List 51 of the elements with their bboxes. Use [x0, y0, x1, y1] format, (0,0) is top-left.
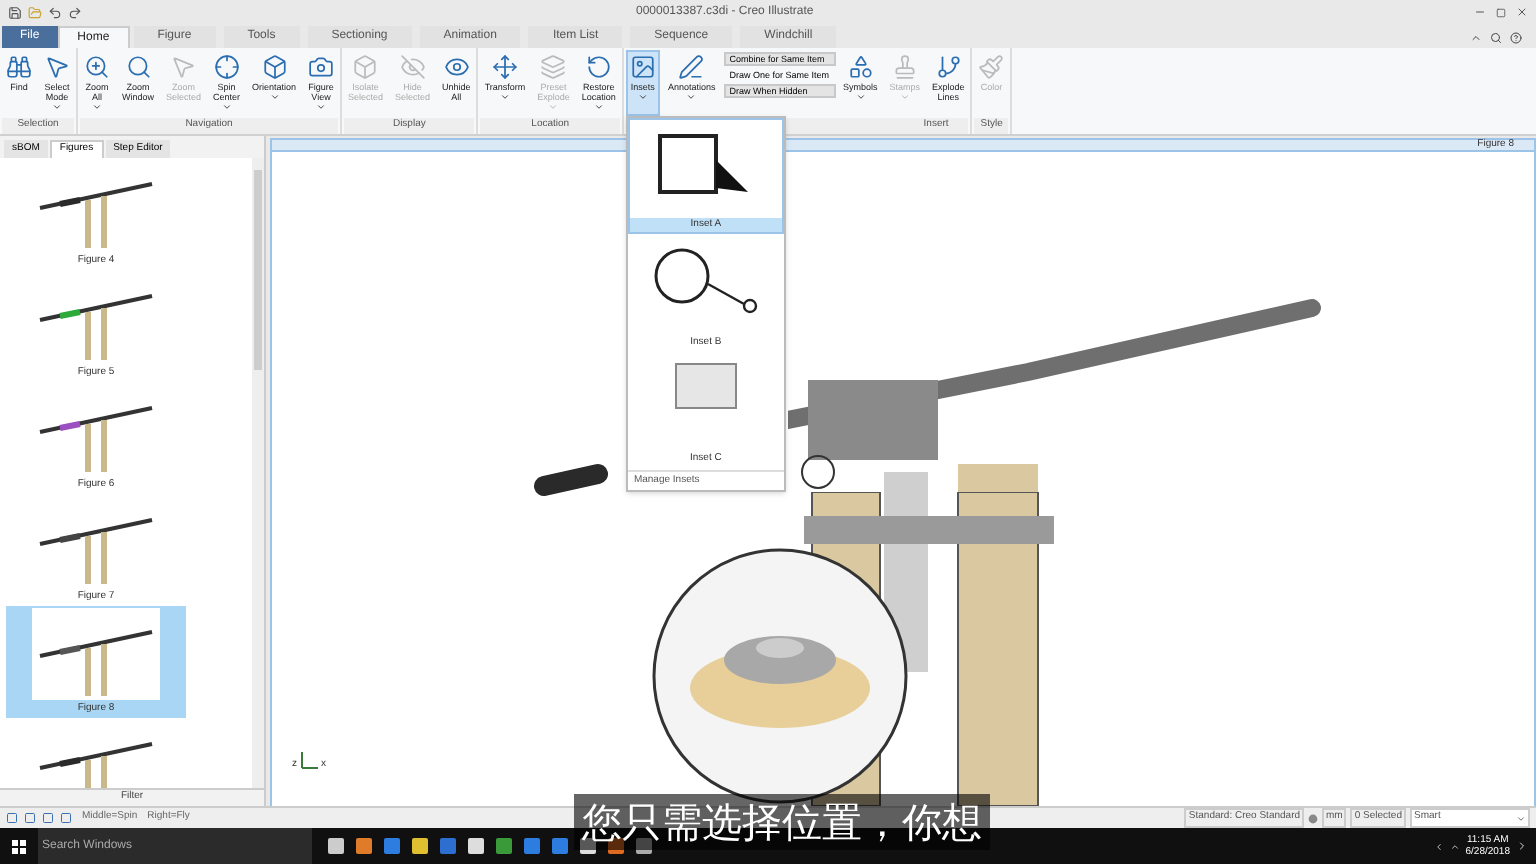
scrollbar[interactable]: [252, 158, 264, 788]
cube-icon: [261, 54, 287, 80]
axis-triad-icon: [299, 750, 319, 770]
figure-thumbnail: [32, 608, 160, 700]
search-icon[interactable]: [1490, 32, 1502, 44]
caret-icon: [499, 92, 510, 102]
tray-expand-icon[interactable]: [1449, 841, 1460, 851]
caret-icon: [1516, 813, 1526, 823]
tray-icon[interactable]: [1433, 841, 1444, 851]
eye-off-icon: [399, 54, 426, 80]
caret-icon: [548, 102, 559, 112]
caret-icon: [221, 102, 232, 112]
maximize-icon[interactable]: [1496, 7, 1506, 17]
caret-icon: [855, 92, 866, 102]
caret-icon: [686, 92, 697, 102]
paintbrush-icon: [978, 54, 1005, 80]
pointer-icon: [44, 54, 70, 80]
redo-icon[interactable]: [68, 5, 82, 19]
binoculars-icon: [6, 54, 32, 80]
zoom-icon: [84, 54, 110, 80]
windows-logo-icon[interactable]: [12, 839, 26, 853]
caret-icon: [899, 92, 910, 102]
camera-icon: [308, 54, 335, 80]
pen-icon: [678, 54, 705, 80]
caret-icon: [316, 102, 327, 112]
eye-icon: [443, 54, 470, 80]
caret-icon: [593, 102, 604, 112]
pointer-icon: [170, 54, 197, 80]
circle-inset-icon: [651, 246, 760, 314]
undo-icon[interactable]: [48, 5, 62, 19]
search-icon: [125, 54, 151, 80]
rotate-icon: [585, 54, 612, 80]
caret-icon: [269, 92, 279, 102]
close-icon[interactable]: [1516, 6, 1528, 18]
move-icon: [491, 54, 518, 80]
caret-icon: [637, 92, 648, 102]
crosshair-icon: [213, 54, 240, 80]
stamp-icon: [891, 54, 918, 80]
save-icon[interactable]: [8, 5, 22, 19]
layers-icon: [540, 54, 567, 80]
image-icon: [629, 54, 656, 80]
help-icon[interactable]: [1510, 32, 1522, 44]
shapes-icon: [847, 54, 874, 80]
collapse-icon[interactable]: [1470, 32, 1482, 44]
globe-icon: [1308, 813, 1319, 823]
caret-icon: [92, 102, 102, 112]
branch-icon: [935, 54, 962, 80]
cube-icon: [352, 54, 379, 80]
caret-icon: [52, 102, 62, 112]
box-inset-icon: [673, 362, 738, 410]
notifications-icon[interactable]: [1516, 840, 1528, 852]
